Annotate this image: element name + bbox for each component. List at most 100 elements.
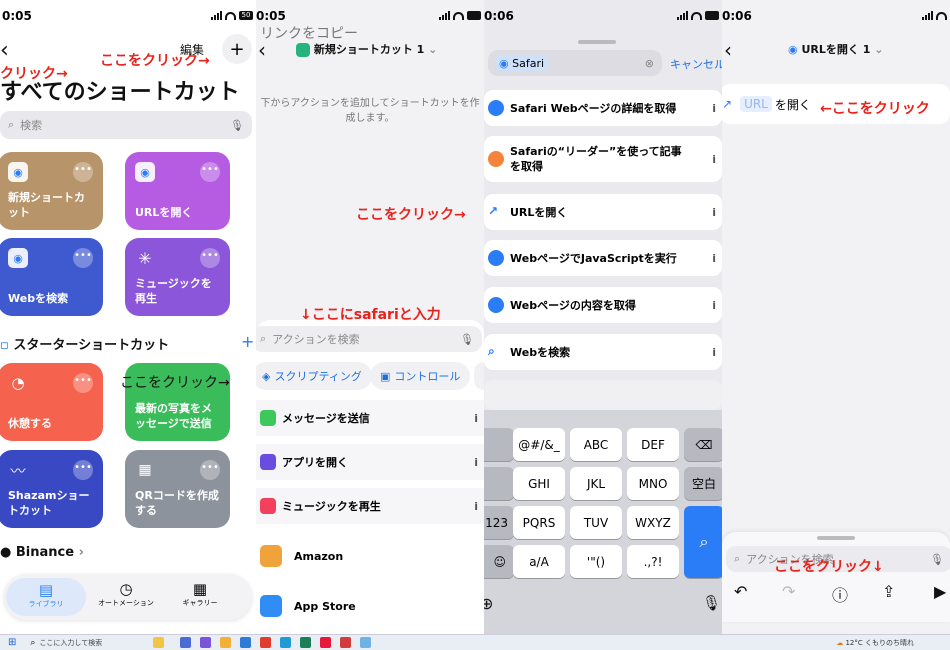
action-open-app[interactable]: アプリを開く i xyxy=(256,444,484,480)
info-icon[interactable]: i xyxy=(474,456,478,469)
youtube-icon[interactable] xyxy=(260,637,272,648)
action-search-input[interactable]: ◉ Safari ⊗ xyxy=(488,50,662,76)
key-pqrs[interactable]: PQRS xyxy=(513,506,565,539)
key-case[interactable]: a/A xyxy=(513,545,565,578)
more-icon[interactable]: ••• xyxy=(73,162,93,182)
key-abc[interactable]: ABC xyxy=(570,428,622,461)
info-icon[interactable]: i xyxy=(474,500,478,513)
chip-control[interactable]: ▣ コントロール xyxy=(370,362,471,390)
windows-start-icon[interactable]: ⊞ xyxy=(8,637,16,648)
tile-web-search[interactable]: ◉ ••• Webを検索 xyxy=(0,238,103,316)
chip-more[interactable] xyxy=(474,362,484,390)
key-left[interactable] xyxy=(484,467,514,500)
tile-qr-code[interactable]: ▦ ••• QRコードを作成する xyxy=(125,450,230,528)
edge-icon[interactable] xyxy=(280,637,292,648)
result-web-search[interactable]: ⌕ Webを検索 i xyxy=(484,334,722,370)
dictation-icon[interactable]: 🎙 xyxy=(702,594,721,612)
key-ghi[interactable]: GHI xyxy=(513,467,565,500)
microphone-icon[interactable]: 🎙 xyxy=(230,119,244,132)
key-punct[interactable]: .,?! xyxy=(627,545,679,578)
add-starter-button[interactable]: + xyxy=(241,332,254,351)
tile-open-url[interactable]: ◉ ••• URLを開く xyxy=(125,152,230,230)
more-icon[interactable]: ••• xyxy=(200,162,220,182)
binance-folder[interactable]: ● Binance › xyxy=(0,545,84,560)
cancel-button[interactable]: キャンセル xyxy=(670,56,722,72)
url-token[interactable]: URL xyxy=(740,96,772,112)
tile-play-music[interactable]: ✳ ••• ミュージックを再生 xyxy=(125,238,230,316)
result-safari-page-details[interactable]: Safari Webページの詳細を取得 i xyxy=(484,90,722,126)
yahoo-icon[interactable] xyxy=(320,637,332,648)
key-def[interactable]: DEF xyxy=(627,428,679,461)
add-shortcut-button[interactable]: + xyxy=(222,34,252,64)
app-icon-red[interactable] xyxy=(340,637,352,648)
widgets-icon[interactable] xyxy=(153,637,165,648)
file-explorer-icon[interactable] xyxy=(220,637,232,648)
tile-shazam[interactable]: 〰 ••• Shazamショートカット xyxy=(0,450,103,528)
clear-icon[interactable]: ⊗ xyxy=(645,57,654,70)
emoji-key[interactable]: ☺ xyxy=(484,545,514,578)
weather-widget[interactable]: ☁ 12°C くもりのち晴れ xyxy=(836,638,914,648)
tile-new-shortcut[interactable]: ◉ ••• 新規ショートカット xyxy=(0,152,103,230)
tab-automation[interactable]: ◷ オートメーション xyxy=(88,580,164,608)
action-search-input[interactable]: ⌕ アクションを検索 🎙 xyxy=(256,326,482,352)
app-app-store[interactable]: App Store xyxy=(256,588,484,624)
info-circle-icon[interactable]: ⓘ xyxy=(832,582,848,606)
action-send-message[interactable]: メッセージを送信 i xyxy=(256,400,484,436)
microphone-icon[interactable]: 🎙 xyxy=(930,553,944,566)
more-icon[interactable]: ••• xyxy=(73,248,93,268)
search-key[interactable]: ⌕ xyxy=(684,506,722,578)
key-wxyz[interactable]: WXYZ xyxy=(627,506,679,539)
backspace-key[interactable]: ⌫ xyxy=(684,428,722,461)
key-quotes[interactable]: '"() xyxy=(570,545,622,578)
play-icon[interactable]: ▶ xyxy=(934,582,946,601)
info-icon[interactable]: i xyxy=(712,252,716,265)
key-jkl[interactable]: JKL xyxy=(570,467,622,500)
undo-icon[interactable]: ↶ xyxy=(734,582,747,601)
info-icon[interactable]: i xyxy=(712,153,716,166)
result-safari-reader[interactable]: Safariの“リーダー”を使って記事を取得 i xyxy=(484,136,722,182)
taskbar-search-input[interactable]: ここに入力して検索 xyxy=(39,638,149,648)
result-run-javascript[interactable]: WebページでJavaScriptを実行 i xyxy=(484,240,722,276)
sheet-grabber[interactable] xyxy=(817,536,855,540)
redo-icon[interactable]: ↷ xyxy=(782,582,795,601)
key-mno[interactable]: MNO xyxy=(627,467,679,500)
share-icon[interactable]: ⇪ xyxy=(882,582,895,601)
tile-take-break[interactable]: ◔ ••• 休憩する xyxy=(0,363,103,441)
app-amazon[interactable]: Amazon xyxy=(256,538,484,574)
result-get-page-contents[interactable]: Webページの内容を取得 i xyxy=(484,287,722,323)
microphone-icon[interactable]: 🎙 xyxy=(460,333,474,346)
key-symbols[interactable]: @#/&_ xyxy=(513,428,565,461)
task-view-icon[interactable] xyxy=(180,637,192,648)
chip-scripting[interactable]: ◈ スクリプティング xyxy=(256,362,372,390)
app-icon-blue[interactable] xyxy=(360,637,372,648)
more-icon[interactable]: ••• xyxy=(200,460,220,480)
action-play-music[interactable]: ミュージックを再生 i xyxy=(256,488,484,524)
space-key[interactable]: 空白 xyxy=(684,467,722,500)
result-open-url[interactable]: ↗ URLを開く i xyxy=(484,194,722,230)
more-icon[interactable]: ••• xyxy=(200,248,220,268)
tab-library[interactable]: ▤ ライブラリ xyxy=(6,578,86,616)
info-icon[interactable]: i xyxy=(474,412,478,425)
shortcut-name-menu[interactable]: ◉ URLを開く 1 ⌄ xyxy=(788,41,883,57)
more-icon[interactable]: ••• xyxy=(73,460,93,480)
mail-icon[interactable] xyxy=(240,637,252,648)
info-icon[interactable]: i xyxy=(712,102,716,115)
back-chevron-icon[interactable]: ‹ xyxy=(0,38,9,63)
edit-button[interactable]: 編集 xyxy=(180,41,204,58)
globe-icon[interactable]: ⊕ xyxy=(484,594,493,613)
copilot-icon[interactable] xyxy=(200,637,212,648)
key-tuv[interactable]: TUV xyxy=(570,506,622,539)
back-chevron-icon[interactable]: ‹ xyxy=(724,38,732,62)
info-icon[interactable]: i xyxy=(712,346,716,359)
back-chevron-icon[interactable]: ‹ xyxy=(258,38,266,62)
search-input[interactable]: ⌕ 検索 🎙 xyxy=(0,111,252,139)
key-arrow[interactable] xyxy=(484,428,514,461)
number-key[interactable]: 123 xyxy=(484,506,514,539)
chrome-icon[interactable] xyxy=(300,637,312,648)
sheet-grabber[interactable] xyxy=(578,40,616,44)
more-icon[interactable]: ••• xyxy=(73,373,93,393)
info-icon[interactable]: i xyxy=(712,206,716,219)
shortcut-name-menu[interactable]: 新規ショートカット 1 ⌄ xyxy=(296,41,437,57)
info-icon[interactable]: i xyxy=(712,299,716,312)
tab-gallery[interactable]: ▦ ギャラリー xyxy=(162,580,238,608)
